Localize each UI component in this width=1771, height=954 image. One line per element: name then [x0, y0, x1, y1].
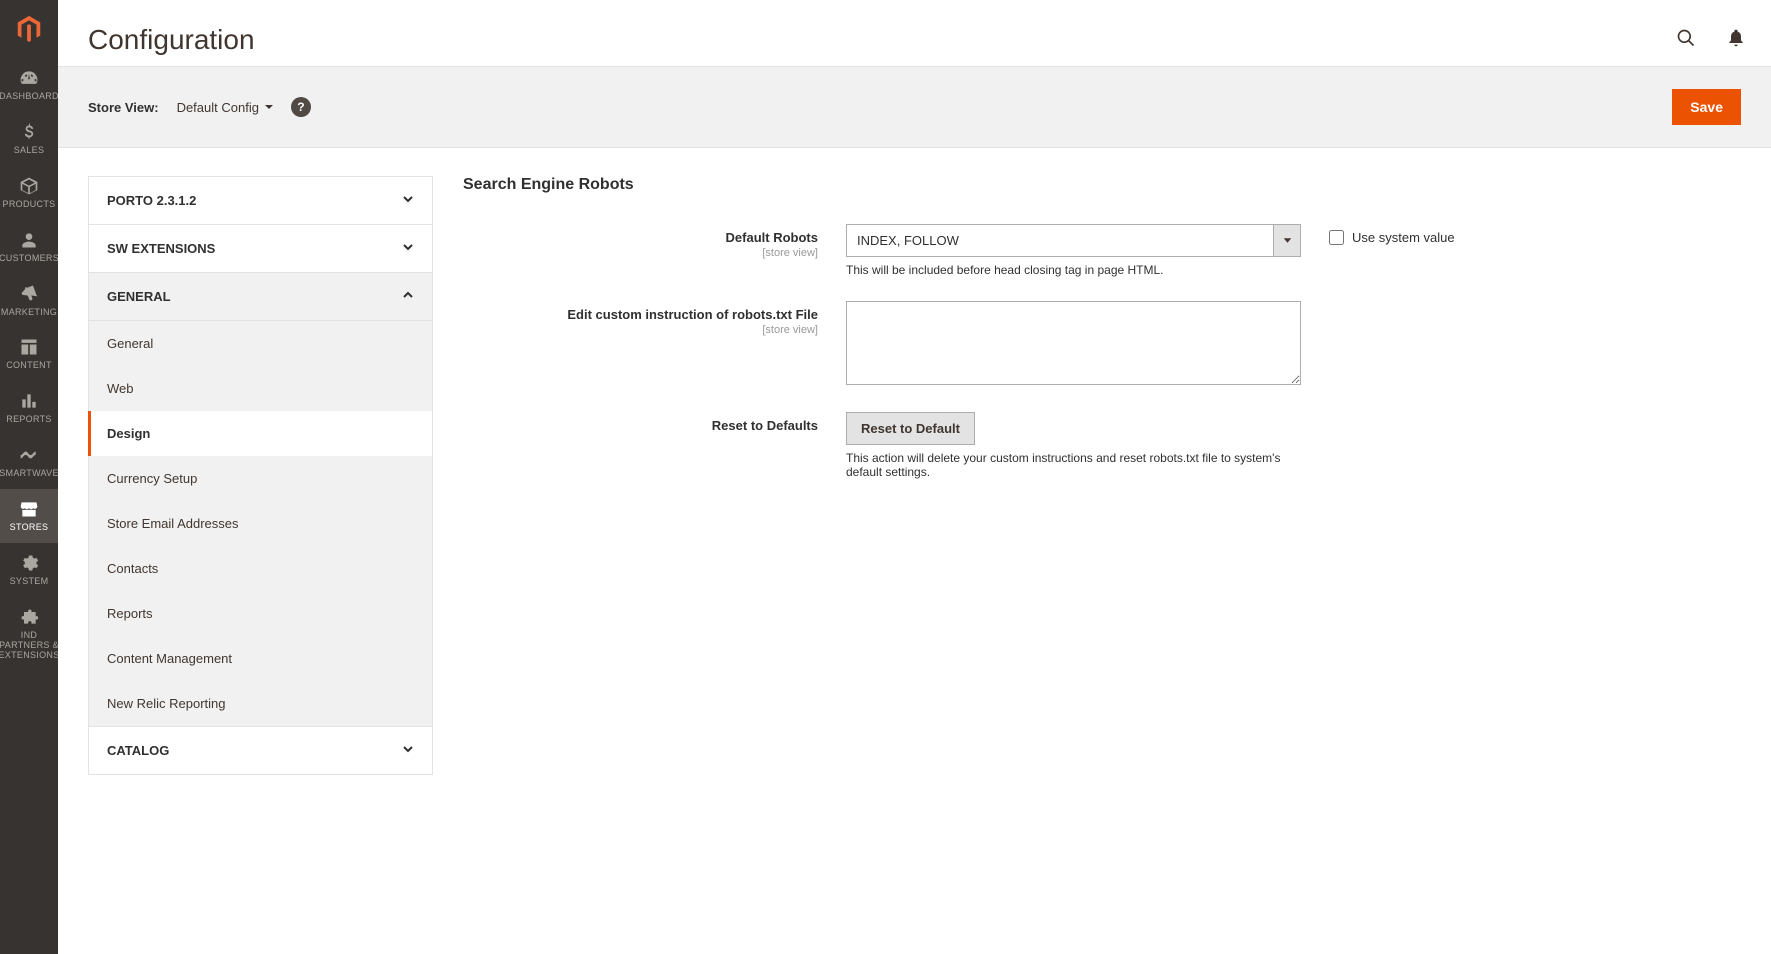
- field-default-robots: Default Robots [store view] INDEX, FOLLO…: [463, 224, 1741, 277]
- tab-general-general[interactable]: General: [89, 321, 432, 366]
- gear-icon: [19, 553, 39, 573]
- page-title: Configuration: [88, 24, 255, 56]
- tab-general-web[interactable]: Web: [89, 366, 432, 411]
- reset-defaults-note: This action will delete your custom inst…: [846, 451, 1301, 479]
- magento-icon: [14, 14, 44, 44]
- chevron-down-icon: [402, 193, 414, 208]
- scope-bar: Store View: Default Config ? Save: [58, 66, 1771, 148]
- nav-sales[interactable]: SALES: [0, 112, 58, 166]
- reset-to-default-button[interactable]: Reset to Default: [846, 412, 975, 445]
- tab-group-catalog[interactable]: CATALOG: [89, 727, 432, 774]
- save-config-button[interactable]: Save: [1672, 89, 1741, 125]
- nav-partners[interactable]: IND PARTNERS & EXTENSIONS: [0, 597, 58, 671]
- scope-switcher[interactable]: Default Config: [177, 100, 273, 115]
- field-custom-robots-txt: Edit custom instruction of robots.txt Fi…: [463, 301, 1741, 388]
- nav-content[interactable]: CONTENT: [0, 327, 58, 381]
- nav-products[interactable]: PRODUCTS: [0, 166, 58, 220]
- nav-smartwave[interactable]: SMARTWAVE: [0, 435, 58, 489]
- search-icon[interactable]: [1676, 28, 1696, 53]
- tab-general-contacts[interactable]: Contacts: [89, 546, 432, 591]
- custom-robots-scope: [store view]: [463, 324, 818, 336]
- default-robots-note: This will be included before head closin…: [846, 263, 1301, 277]
- tab-group-general[interactable]: GENERAL: [89, 273, 432, 321]
- use-system-value-checkbox[interactable]: [1329, 230, 1344, 245]
- tab-group-sw[interactable]: SW EXTENSIONS: [89, 225, 432, 273]
- default-robots-scope: [store view]: [463, 247, 818, 259]
- chevron-up-icon: [402, 289, 414, 304]
- layout-icon: [19, 337, 39, 357]
- default-robots-label: Default Robots: [463, 230, 818, 245]
- use-system-value-label: Use system value: [1352, 230, 1455, 245]
- gauge-icon: [19, 68, 39, 88]
- bullhorn-icon: [19, 284, 39, 304]
- chevron-down-icon: [402, 241, 414, 256]
- section-title: Search Engine Robots: [463, 176, 1741, 194]
- tab-general-content-mgmt[interactable]: Content Management: [89, 636, 432, 681]
- tab-general-design[interactable]: Design: [88, 411, 432, 456]
- custom-robots-label: Edit custom instruction of robots.txt Fi…: [463, 307, 818, 322]
- scope-help-icon[interactable]: ?: [291, 97, 311, 117]
- puzzle-icon: [19, 607, 39, 627]
- tab-general-newrelic[interactable]: New Relic Reporting: [89, 681, 432, 726]
- tab-general-reports[interactable]: Reports: [89, 591, 432, 636]
- nav-dashboard[interactable]: DASHBOARD: [0, 58, 58, 112]
- bars-icon: [19, 391, 39, 411]
- nav-system[interactable]: SYSTEM: [0, 543, 58, 597]
- dollar-icon: [19, 122, 39, 142]
- scope-label: Store View:: [88, 100, 159, 115]
- config-form-panel: Search Engine Robots Default Robots [sto…: [463, 176, 1741, 503]
- nav-reports[interactable]: REPORTS: [0, 381, 58, 435]
- chevron-down-icon: [402, 743, 414, 758]
- nav-customers[interactable]: CUSTOMERS: [0, 220, 58, 274]
- bell-icon[interactable]: [1726, 28, 1746, 53]
- admin-sidebar: DASHBOARD SALES PRODUCTS CUSTOMERS MARKE…: [0, 0, 58, 954]
- config-tabs: PORTO 2.3.1.2 SW EXTENSIONS GENERAL Gene…: [88, 176, 433, 775]
- store-icon: [19, 499, 39, 519]
- box-icon: [19, 176, 39, 196]
- page-header: Configuration: [58, 0, 1771, 66]
- tab-general-store-email[interactable]: Store Email Addresses: [89, 501, 432, 546]
- default-robots-value: INDEX, FOLLOW: [846, 224, 1273, 257]
- person-icon: [19, 230, 39, 250]
- custom-robots-textarea[interactable]: [846, 301, 1301, 385]
- field-reset-defaults: Reset to Defaults Reset to Default This …: [463, 412, 1741, 479]
- nav-stores[interactable]: STORES: [0, 489, 58, 543]
- reset-defaults-label: Reset to Defaults: [463, 418, 818, 433]
- wave-icon: [19, 445, 39, 465]
- tab-general-currency[interactable]: Currency Setup: [89, 456, 432, 501]
- default-robots-select[interactable]: INDEX, FOLLOW: [846, 224, 1301, 257]
- chevron-down-icon: [1273, 224, 1301, 257]
- tab-group-porto[interactable]: PORTO 2.3.1.2: [89, 177, 432, 225]
- magento-logo[interactable]: [0, 0, 58, 58]
- nav-marketing[interactable]: MARKETING: [0, 274, 58, 328]
